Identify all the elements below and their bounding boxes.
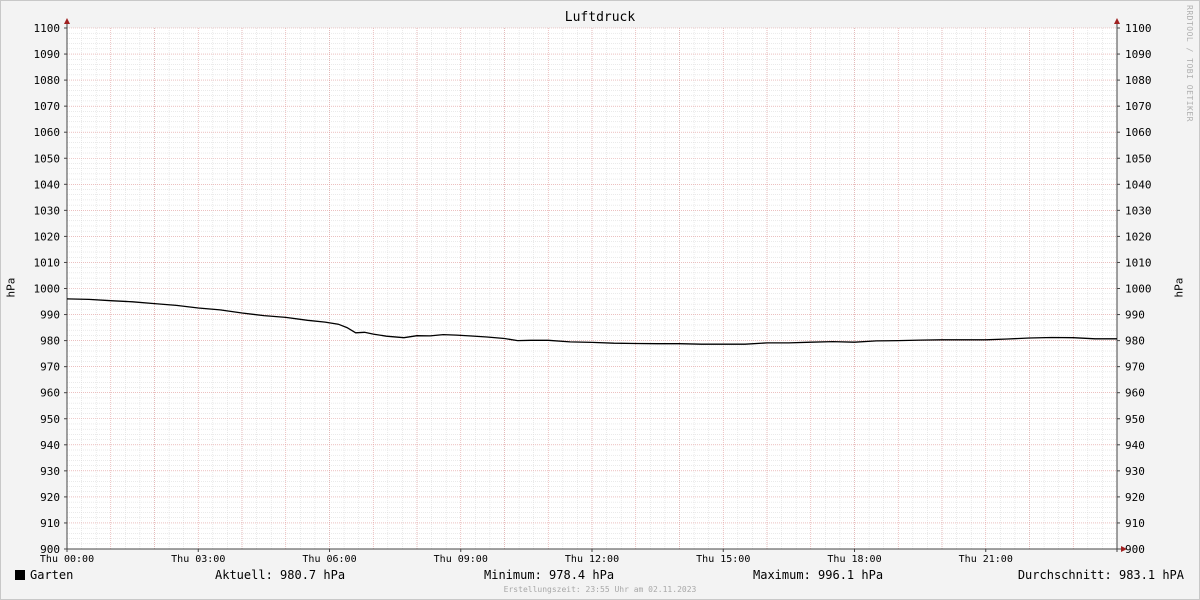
x-tick-label: Thu 12:00: [565, 554, 619, 565]
legend-maximum: Maximum: 996.1 hPa: [753, 568, 884, 582]
y-tick-label-right: 990: [1125, 309, 1145, 322]
y-tick-label-right: 970: [1125, 361, 1145, 374]
y-tick-label-left: 920: [40, 491, 60, 504]
y-tick-label-right: 1080: [1125, 74, 1152, 87]
y-tick-label-left: 1020: [34, 230, 61, 243]
y-tick-label-left: 960: [40, 387, 60, 400]
y-tick-label-left: 1100: [34, 22, 61, 35]
legend-swatch: [15, 570, 25, 580]
y-tick-label-right: 900: [1125, 543, 1145, 556]
legend-current: Aktuell: 980.7 hPa: [215, 568, 346, 582]
y-tick-label-left: 1050: [34, 152, 61, 165]
x-tick-label: Thu 00:00: [40, 554, 94, 565]
y-tick-label-left: 1070: [34, 100, 61, 113]
y-tick-label-left: 990: [40, 309, 60, 322]
y-tick-label-left: 1090: [34, 48, 61, 61]
legend-series-name: Garten: [30, 568, 74, 582]
y-tick-label-right: 1000: [1125, 283, 1152, 296]
y-tick-label-right: 1060: [1125, 126, 1152, 139]
y-tick-label-left: 1040: [34, 178, 61, 191]
y-tick-label-right: 930: [1125, 465, 1145, 478]
x-tick-label: Thu 03:00: [171, 554, 225, 565]
y-tick-label-right: 910: [1125, 517, 1145, 530]
y-tick-label-right: 940: [1125, 439, 1145, 452]
y-tick-label-right: 1100: [1125, 22, 1152, 35]
y-tick-label-left: 950: [40, 413, 60, 426]
y-axis-left-arrow: [64, 18, 70, 24]
footer-timestamp: Erstellungszeit: 23:55 Uhr am 02.11.2023: [503, 585, 697, 594]
y-tick-label-right: 920: [1125, 491, 1145, 504]
y-tick-label-right: 960: [1125, 387, 1145, 400]
x-tick-label: Thu 21:00: [959, 554, 1013, 565]
y-tick-label-left: 980: [40, 335, 60, 348]
y-tick-label-left: 930: [40, 465, 60, 478]
legend-average: Durchschnitt: 983.1 hPA: [1017, 568, 1184, 582]
y-tick-label-left: 1010: [34, 256, 61, 269]
x-tick-label: Thu 06:00: [302, 554, 356, 565]
legend-series: Garten: [15, 568, 73, 582]
x-tick-label: Thu 18:00: [827, 554, 881, 565]
y-tick-label-left: 1060: [34, 126, 61, 139]
y-tick-label-left: 940: [40, 439, 60, 452]
chart-plot: 900 900910 910920 920930 930940 940950 950960 9…: [34, 18, 1152, 565]
x-tick-label: Thu 15:00: [696, 554, 750, 565]
y-tick-label-right: 980: [1125, 335, 1145, 348]
y-tick-label-right: 1070: [1125, 100, 1152, 113]
y-tick-label-right: 950: [1125, 413, 1145, 426]
y-tick-label-left: 910: [40, 517, 60, 530]
legend-minimum: Minimum: 978.4 hPa: [484, 568, 615, 582]
y-tick-label-left: 1000: [34, 283, 61, 296]
y-tick-label-left: 970: [40, 361, 60, 374]
y-tick-label-right: 1020: [1125, 230, 1152, 243]
y-tick-label-left: 1080: [34, 74, 61, 87]
y-tick-label-right: 1010: [1125, 256, 1152, 269]
x-tick-label: Thu 09:00: [434, 554, 488, 565]
y-tick-label-right: 1090: [1125, 48, 1152, 61]
x-tick-labels: Thu 00:00 Thu 03:00 Thu 06:00 Thu 09:00 Thu …: [40, 549, 1013, 565]
y-tick-label-left: 1030: [34, 204, 61, 217]
y-axis-right-arrow: [1114, 18, 1120, 24]
y-tick-label-right: 1040: [1125, 178, 1152, 191]
y-tick-label-right: 1050: [1125, 152, 1152, 165]
y-tick-label-right: 1030: [1125, 204, 1152, 217]
